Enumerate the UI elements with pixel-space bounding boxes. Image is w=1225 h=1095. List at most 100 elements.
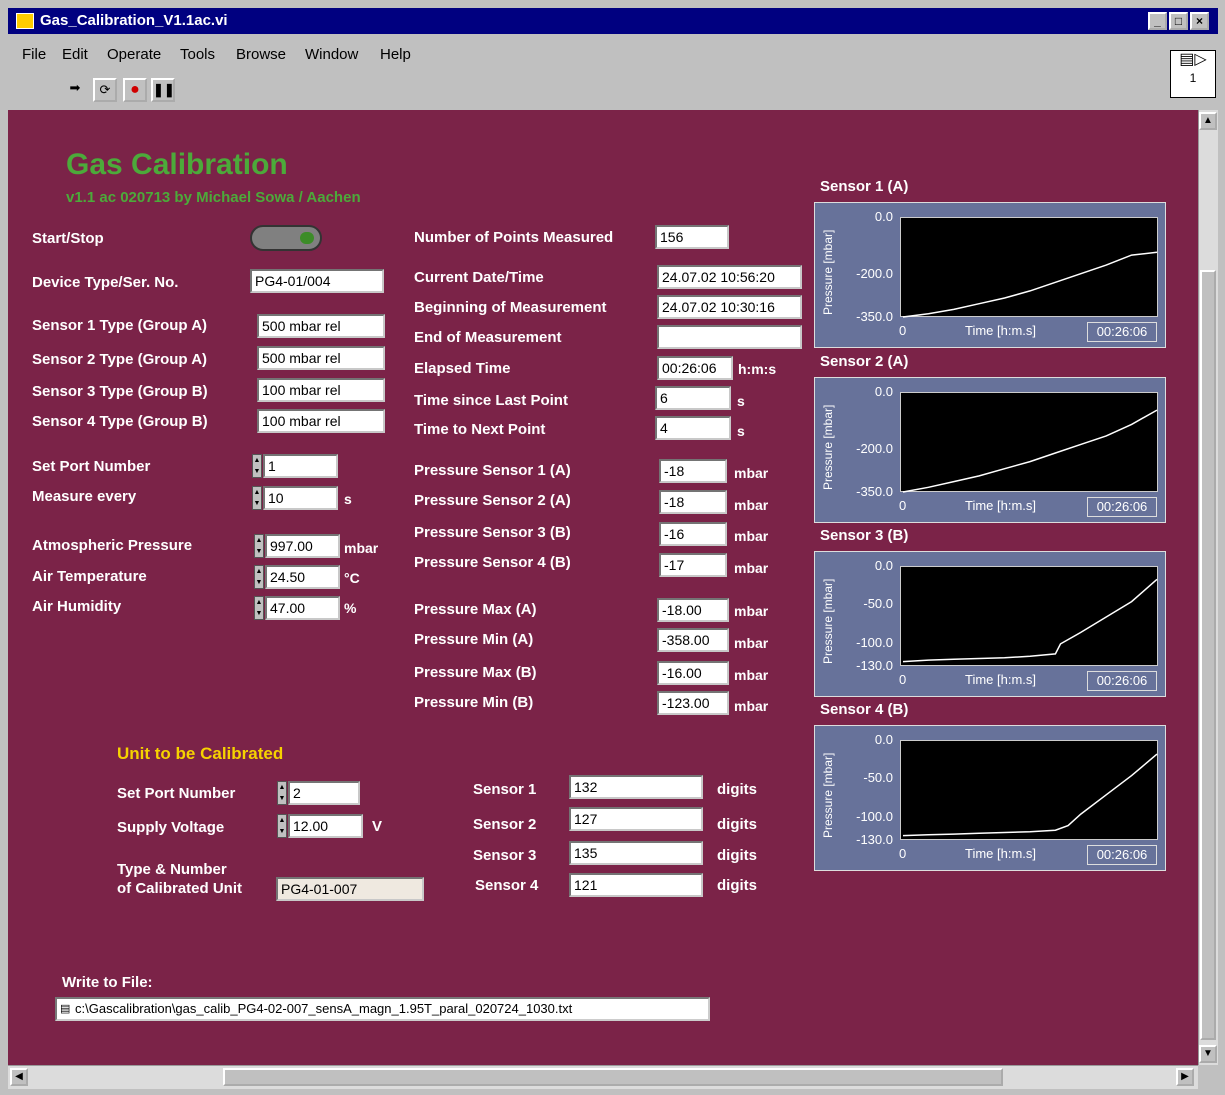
file-path-text: c:\Gascalibration\gas_calib_PG4-02-007_s…: [75, 1001, 573, 1016]
chart-title-2: Sensor 2 (A): [820, 353, 909, 370]
menu-window[interactable]: Window: [305, 46, 358, 63]
humidity-unit: %: [344, 600, 357, 616]
sensor4-type-label: Sensor 4 Type (Group B): [32, 413, 208, 430]
chart-x-start-label: 0: [899, 498, 907, 513]
chart-time-display: 00:26:06: [1087, 322, 1157, 342]
chart-time-display: 00:26:06: [1087, 845, 1157, 865]
close-icon[interactable]: ×: [1190, 12, 1209, 30]
scroll-left-icon[interactable]: ◀: [10, 1068, 28, 1086]
sensor2-type-label: Sensor 2 Type (Group A): [32, 351, 208, 368]
begin-measurement-label: Beginning of Measurement: [414, 299, 607, 316]
air-humidity-label: Air Humidity: [32, 598, 122, 615]
vertical-scroll-thumb[interactable]: [1200, 270, 1216, 1040]
measure-every-field[interactable]: 10: [263, 486, 338, 510]
vertical-scrollbar[interactable]: ▲ ▼: [1198, 110, 1218, 1065]
maximize-icon[interactable]: □: [1169, 12, 1188, 30]
unit-sensor4-label: Sensor 4: [475, 877, 539, 894]
current-date-field: 24.07.02 10:56:20: [657, 265, 802, 289]
chart-sensor-2: Pressure [mbar] 0.0 -200.0 -350.0 0 Time [h:m…: [814, 377, 1166, 523]
chart-plot-area: [900, 217, 1158, 318]
device-type-field[interactable]: PG4-01/004: [250, 269, 384, 293]
atm-pressure-field[interactable]: 997.00: [265, 534, 340, 558]
chart-time-display: 00:26:06: [1087, 497, 1157, 517]
menu-operate[interactable]: Operate: [107, 46, 161, 63]
pressure-sensor3-field: -16: [659, 522, 727, 546]
page-subtitle: v1.1 ac 020713 by Michael Sowa / Aachen: [66, 189, 361, 206]
unit-sensor2-digits: digits: [717, 816, 757, 833]
path-browse-icon[interactable]: ▤: [60, 999, 70, 1019]
pressure-sensor4-field: -17: [659, 553, 727, 577]
chart-y-tick-label: 0.0: [874, 732, 893, 747]
scroll-down-icon[interactable]: ▼: [1199, 1045, 1217, 1063]
horizontal-scroll-thumb[interactable]: [223, 1068, 1003, 1086]
page-title: Gas Calibration: [66, 148, 288, 181]
supply-voltage-field[interactable]: 12.00: [288, 814, 363, 838]
pressure-max-b-field: -16.00: [657, 661, 729, 685]
start-stop-button[interactable]: [250, 225, 322, 251]
labview-app-icon: [16, 13, 34, 29]
toolbar: ➡ ⟳ ● ❚❚: [8, 74, 1218, 110]
type-number-label-1: Type & Number: [117, 861, 227, 878]
menu-file[interactable]: File: [22, 46, 46, 63]
maxa-unit: mbar: [734, 603, 769, 619]
unit-sensor1-label: Sensor 1: [473, 781, 537, 798]
elapsed-time-field: 00:26:06: [657, 356, 733, 380]
current-date-label: Current Date/Time: [414, 269, 544, 286]
next-unit: s: [737, 423, 745, 439]
chart-plot-area: [900, 566, 1158, 666]
chart-y-axis-label: Pressure [mbar]: [821, 229, 835, 315]
atm-stepper[interactable]: ▲ ▼: [254, 534, 264, 558]
sensor4-type-field[interactable]: 100 mbar rel: [257, 409, 385, 433]
chart-x-start-label: 0: [899, 323, 907, 338]
pressure-max-a-field: -18.00: [657, 598, 729, 622]
horizontal-scrollbar[interactable]: ◀ ▶: [8, 1065, 1198, 1089]
scroll-up-icon[interactable]: ▲: [1199, 112, 1217, 130]
points-measured-field: 156: [655, 225, 729, 249]
chart-sensor-3: Pressure [mbar] 0.0 -50.0 -100.0 -130.0 0 Time…: [814, 551, 1166, 697]
port-number-field[interactable]: 1: [263, 454, 338, 478]
mina-unit: mbar: [734, 635, 769, 651]
run-arrow-icon[interactable]: ➡: [63, 78, 87, 102]
menu-browse[interactable]: Browse: [236, 46, 286, 63]
menu-tools[interactable]: Tools: [180, 46, 215, 63]
pressure-min-b-label: Pressure Min (B): [414, 694, 534, 711]
pause-icon[interactable]: ❚❚: [151, 78, 175, 102]
minb-unit: mbar: [734, 698, 769, 714]
unit-sensor1-digits: digits: [717, 781, 757, 798]
chart-x-axis-label: Time [h:m.s]: [965, 672, 1037, 687]
next-point-label: Time to Next Point: [414, 421, 546, 438]
voltage-stepper[interactable]: ▲ ▼: [277, 814, 287, 838]
menu-help[interactable]: Help: [380, 46, 411, 63]
menu-edit[interactable]: Edit: [62, 46, 88, 63]
sensor3-type-field[interactable]: 100 mbar rel: [257, 378, 385, 402]
humidity-stepper[interactable]: ▲ ▼: [254, 596, 264, 620]
unit-sensor3-label: Sensor 3: [473, 847, 537, 864]
minimize-icon[interactable]: _: [1148, 12, 1167, 30]
pressure-sensor3-label: Pressure Sensor 3 (B): [414, 524, 571, 541]
air-temp-field[interactable]: 24.50: [265, 565, 340, 589]
maxb-unit: mbar: [734, 667, 769, 683]
unit-port-stepper[interactable]: ▲ ▼: [277, 781, 287, 805]
chart-y-tick-label: 0.0: [874, 558, 893, 573]
type-number-label-2: of Calibrated Unit: [117, 880, 243, 897]
atm-pressure-label: Atmospheric Pressure: [32, 537, 193, 554]
chart-sensor-1: Pressure [mbar] 0.0 -200.0 -350.0 0 Time [h:m…: [814, 202, 1166, 348]
chart-y-tick-label: 0.0: [874, 384, 893, 399]
file-path-field[interactable]: ▤ c:\Gascalibration\gas_calib_PG4-02-007…: [55, 997, 710, 1021]
measure-stepper[interactable]: ▲ ▼: [252, 486, 262, 510]
temp-stepper[interactable]: ▲ ▼: [254, 565, 264, 589]
pressure-max-a-label: Pressure Max (A): [414, 601, 537, 618]
air-humidity-field[interactable]: 47.00: [265, 596, 340, 620]
run-continuously-icon[interactable]: ⟳: [93, 78, 117, 102]
unit-port-field[interactable]: 2: [288, 781, 360, 805]
calibrated-unit-field[interactable]: PG4-01-007: [276, 877, 424, 901]
port-stepper[interactable]: ▲ ▼: [252, 454, 262, 478]
since-unit: s: [737, 393, 745, 409]
abort-icon[interactable]: ●: [123, 78, 147, 102]
sensor1-type-field[interactable]: 500 mbar rel: [257, 314, 385, 338]
chart-x-start-label: 0: [899, 672, 907, 687]
sensor2-type-field[interactable]: 500 mbar rel: [257, 346, 385, 370]
begin-measurement-field: 24.07.02 10:30:16: [657, 295, 802, 319]
scroll-right-icon[interactable]: ▶: [1176, 1068, 1194, 1086]
chart-y-tick-label: -50.0: [863, 770, 893, 786]
